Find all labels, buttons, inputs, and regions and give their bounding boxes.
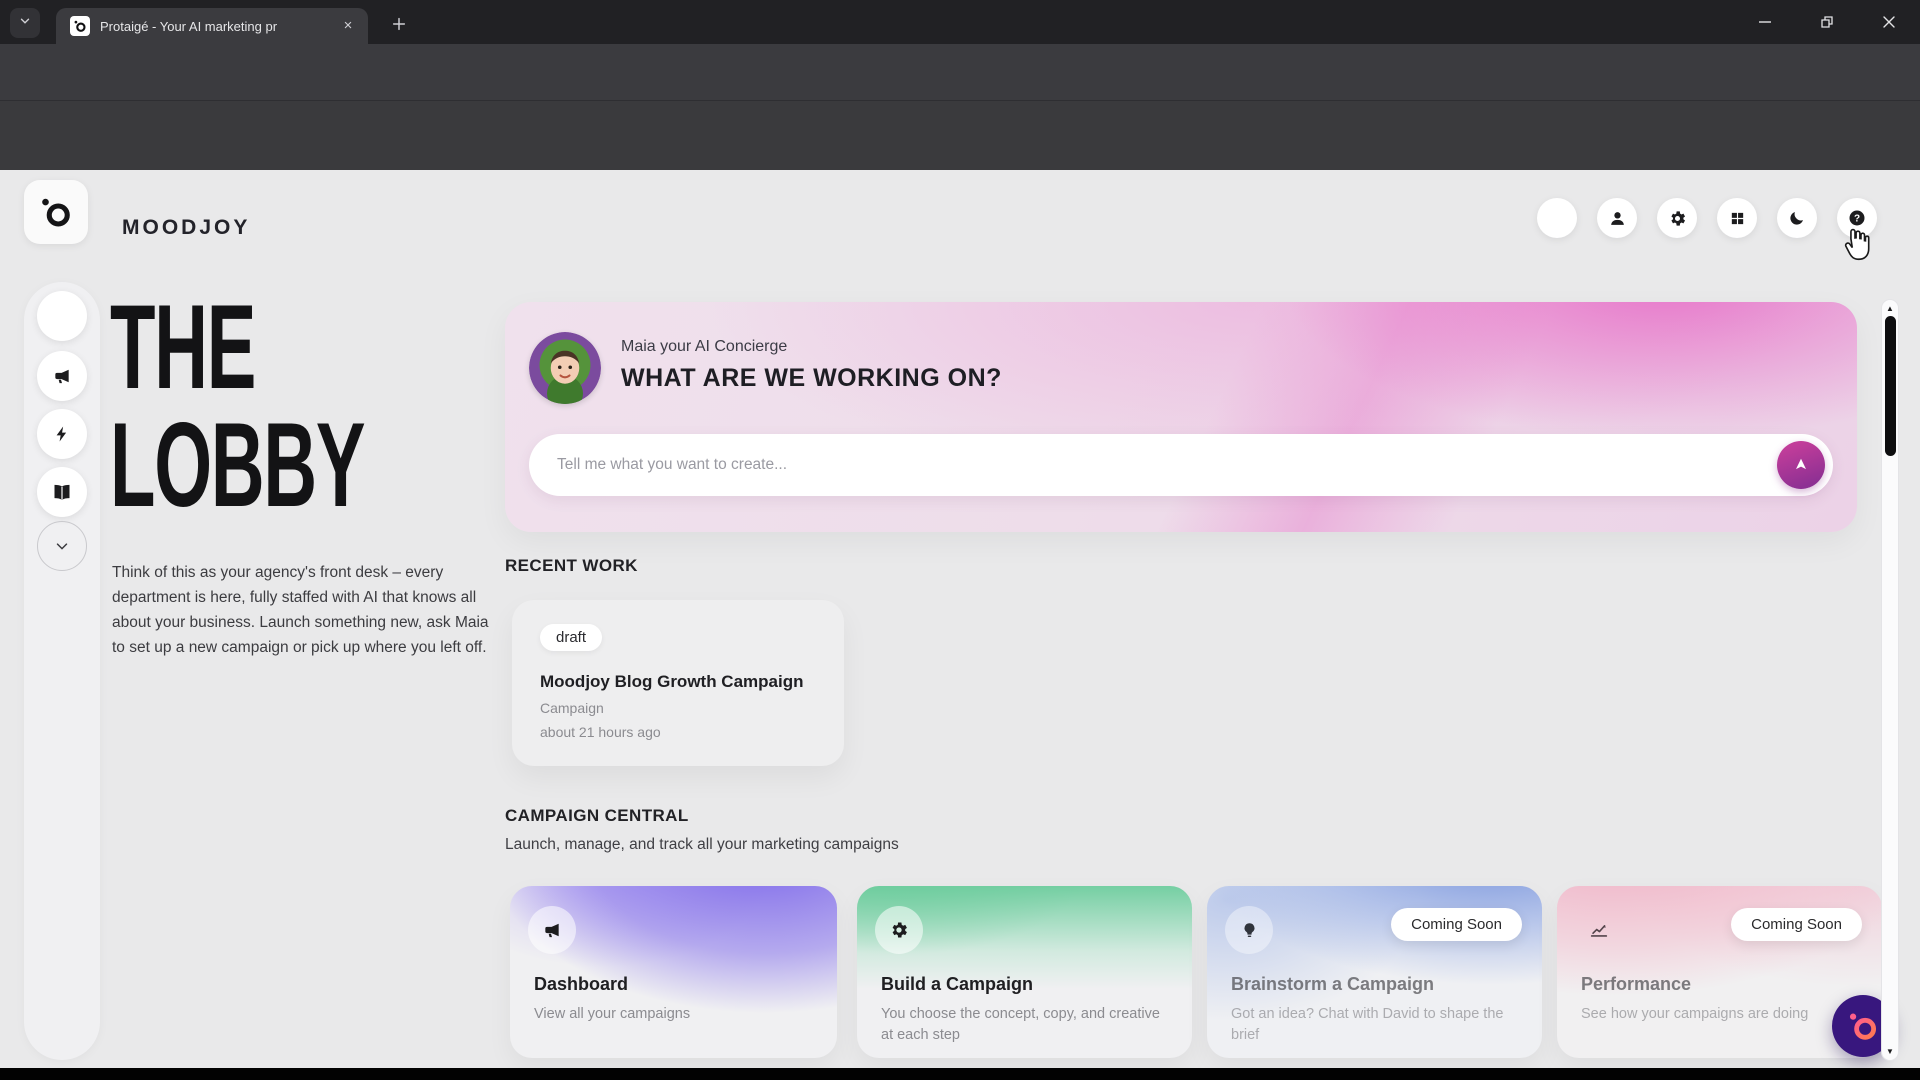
tab-list-button[interactable]: [10, 8, 40, 38]
card-description: Got an idea? Chat with David to shape th…: [1231, 1004, 1518, 1046]
protaige-logo-icon: [38, 194, 74, 230]
send-button[interactable]: [1777, 441, 1825, 489]
grid-icon: [1729, 210, 1746, 227]
recent-work-heading: RECENT WORK: [505, 556, 638, 576]
lobby-page: MOODJOY ?: [0, 170, 1920, 1068]
help-icon: ?: [1847, 208, 1867, 228]
scroll-down-icon[interactable]: ▼: [1882, 1047, 1898, 1056]
svg-text:?: ?: [1854, 214, 1860, 225]
chart-up-icon: [1588, 919, 1610, 941]
page-description: Think of this as your agency's front des…: [112, 560, 500, 660]
book-icon: [52, 482, 72, 502]
recent-work-card[interactable]: draft Moodjoy Blog Growth Campaign Campa…: [512, 600, 844, 766]
card-title: Brainstorm a Campaign: [1231, 974, 1434, 995]
screen: Protaigé - Your AI marketing pr ×: [0, 0, 1920, 1080]
megaphone-icon: [52, 366, 72, 386]
restore-button[interactable]: [1796, 0, 1858, 44]
card-title: Build a Campaign: [881, 974, 1033, 995]
concierge-headline: WHAT ARE WE WORKING ON?: [621, 364, 1002, 393]
card-title: Dashboard: [534, 974, 628, 995]
maia-avatar: [529, 332, 601, 404]
browser-tab[interactable]: Protaigé - Your AI marketing pr ×: [56, 8, 368, 44]
restore-icon: [1820, 15, 1834, 29]
app-logo[interactable]: [24, 180, 88, 244]
card-title: Performance: [1581, 974, 1691, 995]
close-window-button[interactable]: [1858, 0, 1920, 44]
dark-mode-button[interactable]: [1777, 198, 1817, 238]
card-description: You choose the concept, copy, and creati…: [881, 1004, 1168, 1046]
sidebar-item-library[interactable]: [37, 467, 87, 517]
protaige-chat-icon: [1846, 1009, 1880, 1043]
close-icon: [1882, 15, 1896, 29]
sidebar-item-home[interactable]: [37, 291, 87, 341]
page-title-line2: LOBBY: [110, 406, 364, 524]
card-icon-halo: [528, 906, 576, 954]
blank-status-button[interactable]: [1537, 198, 1577, 238]
moon-icon: [1788, 209, 1806, 227]
gear-icon: [1668, 209, 1687, 228]
card-icon-halo: [875, 906, 923, 954]
lightbulb-icon: [1240, 921, 1259, 940]
campaign-central-subheading: Launch, manage, and track all your marke…: [505, 836, 899, 854]
gear-icon: [889, 920, 909, 940]
campaign-central-heading: CAMPAIGN CENTRAL: [505, 806, 689, 826]
card-icon-halo: [1575, 906, 1623, 954]
new-tab-button[interactable]: [384, 9, 414, 39]
create-prompt-input[interactable]: [529, 434, 1833, 496]
content-scrollbar[interactable]: ▲ ▼: [1882, 300, 1898, 1060]
window-controls: [1734, 0, 1920, 44]
sidebar-expand-button[interactable]: [37, 521, 87, 571]
protaige-favicon-icon: [70, 16, 90, 36]
screen-bottom-edge: [0, 1068, 1920, 1080]
concierge-label: Maia your AI Concierge: [621, 338, 787, 356]
help-button[interactable]: ?: [1837, 198, 1877, 238]
apps-grid-button[interactable]: [1717, 198, 1757, 238]
scrollbar-thumb[interactable]: [1885, 316, 1896, 456]
sidebar-item-campaigns[interactable]: [37, 351, 87, 401]
page-title: THE LOBBY: [110, 288, 364, 524]
recent-card-time: about 21 hours ago: [540, 724, 661, 740]
coming-soon-badge: Coming Soon: [1731, 908, 1862, 941]
header-actions: ?: [1537, 198, 1877, 238]
chevron-down-icon: [18, 14, 32, 33]
profile-button[interactable]: [1597, 198, 1637, 238]
sidebar-item-quick-actions[interactable]: [37, 409, 87, 459]
tab-title: Protaigé - Your AI marketing pr: [100, 19, 318, 34]
page-top-dark-band: [0, 100, 1920, 170]
card-build-campaign[interactable]: Build a Campaign You choose the concept,…: [857, 886, 1192, 1058]
recent-card-title: Moodjoy Blog Growth Campaign: [540, 672, 803, 692]
page-title-line1: THE: [110, 288, 364, 406]
recent-card-type: Campaign: [540, 700, 604, 716]
card-description: View all your campaigns: [534, 1004, 813, 1025]
send-arrow-icon: [1791, 455, 1811, 475]
scroll-up-icon[interactable]: ▲: [1882, 304, 1898, 313]
coming-soon-badge: Coming Soon: [1391, 908, 1522, 941]
concierge-banner: Maia your AI Concierge WHAT ARE WE WORKI…: [505, 302, 1857, 532]
minimize-button[interactable]: [1734, 0, 1796, 44]
user-icon: [1608, 209, 1627, 228]
card-dashboard[interactable]: Dashboard View all your campaigns: [510, 886, 837, 1058]
lightning-icon: [53, 425, 71, 443]
card-description: See how your campaigns are doing: [1581, 1004, 1858, 1025]
browser-tabstrip: Protaigé - Your AI marketing pr ×: [0, 0, 1920, 44]
settings-button[interactable]: [1657, 198, 1697, 238]
minimize-icon: [1758, 15, 1772, 29]
browser-toolbar: app.protaige.com/583f9601-944b-462e-bb95…: [0, 44, 1920, 100]
status-badge: draft: [540, 624, 602, 651]
chevron-down-icon: [53, 537, 71, 555]
plus-icon: [391, 16, 407, 32]
tab-close-icon[interactable]: ×: [338, 16, 358, 36]
workspace-name: MOODJOY: [122, 216, 250, 240]
card-icon-halo: [1225, 906, 1273, 954]
megaphone-icon: [542, 920, 562, 940]
card-brainstorm-campaign[interactable]: Coming Soon Brainstorm a Campaign Got an…: [1207, 886, 1542, 1058]
